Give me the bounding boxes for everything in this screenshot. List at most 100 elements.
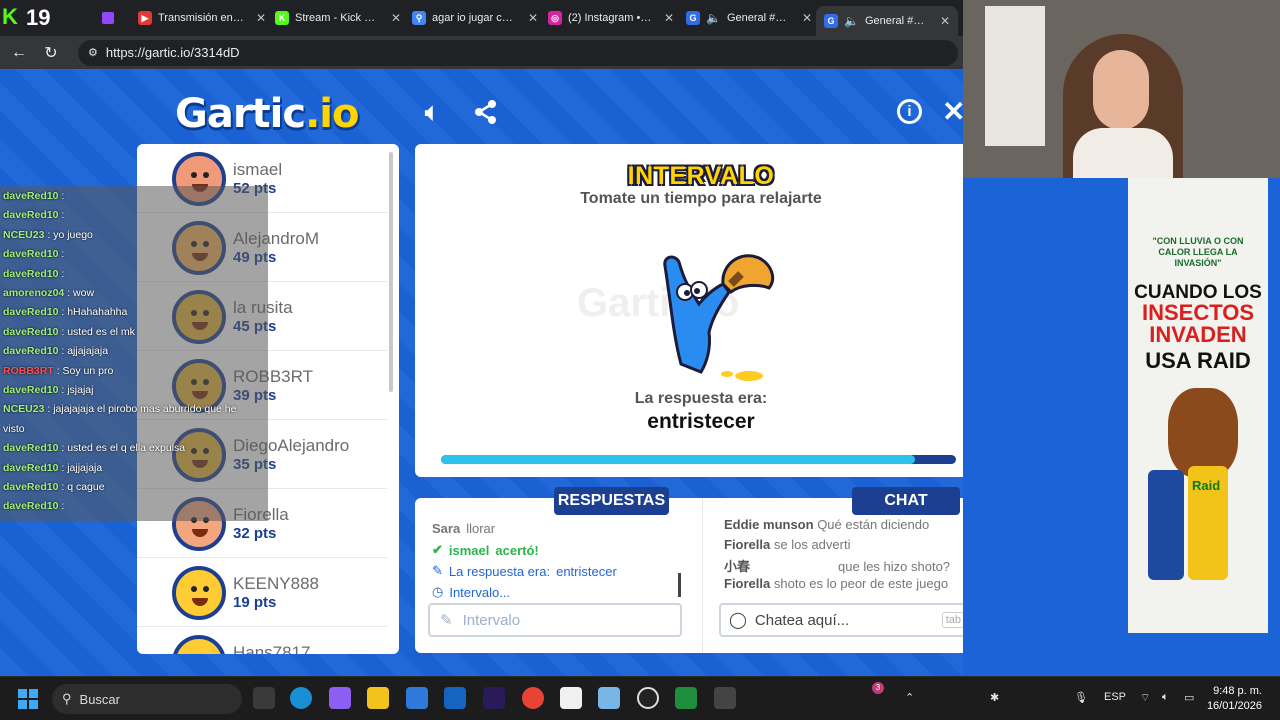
raid-can-left (1148, 470, 1184, 580)
youtube-icon: ▶ (138, 11, 152, 25)
tab-title: agar io jugar con a (432, 12, 518, 24)
stream-chat-line: daveRed10 : ajjajajaja (3, 345, 108, 357)
volume-icon[interactable]: 🔈︎ (1162, 691, 1169, 704)
stream-chat-text: : usted es el mk (61, 325, 135, 338)
webcam-feed (963, 0, 1280, 178)
outlook-icon[interactable] (444, 687, 466, 709)
player-list-scrollbar[interactable] (389, 152, 393, 392)
back-icon[interactable]: ← (6, 44, 32, 62)
url-text: https://gartic.io/3314dD (105, 45, 240, 60)
streamer-face (1093, 50, 1149, 130)
reload-icon[interactable]: ↻ (38, 43, 64, 63)
stream-chat-text: : (61, 248, 65, 261)
capcut-icon[interactable] (560, 687, 582, 709)
tab-agar-search[interactable]: ⚲ agar io jugar con a ✕ (412, 6, 538, 30)
wall-drawing (985, 6, 1045, 146)
info-icon[interactable]: i (897, 99, 922, 124)
stream-chat-text: : wow (67, 287, 95, 299)
player-row[interactable]: KEENY888 19 pts (137, 558, 387, 627)
answer-line-interval: ◷ Intervalo... (432, 584, 510, 600)
url-field[interactable]: ⚙ https://gartic.io/3314dD (78, 39, 958, 66)
sheets-icon[interactable] (675, 687, 697, 709)
chevron-up-icon[interactable]: ⌃ (905, 691, 914, 704)
twitch-tab-icon[interactable] (102, 12, 114, 24)
battery-icon[interactable]: ▭ (1184, 691, 1194, 704)
stream-chat-text: : jajajajaja el pirobo mas aburrido que … (47, 403, 237, 416)
tab-chat[interactable]: CHAT (852, 487, 960, 515)
system-clock[interactable]: 9:48 p. m. 16/01/2026 (1207, 684, 1262, 714)
answer-input[interactable]: ✎ Intervalo (428, 603, 682, 637)
tab-transmision[interactable]: ▶ Transmisión en vivo ✕ (138, 6, 266, 30)
answer-input-placeholder: Intervalo (462, 611, 521, 629)
close-tab-icon[interactable]: ✕ (802, 11, 812, 25)
stream-chat-user: daveRed10 (3, 384, 59, 396)
ad-headline-end: USA RAID (1145, 348, 1251, 373)
gartic-logo: Gartic.io (175, 91, 359, 137)
instagram-icon: ◎ (548, 11, 562, 25)
close-tab-icon[interactable]: ✕ (528, 11, 538, 25)
close-game-icon[interactable]: ✕ (942, 95, 963, 128)
chat-input[interactable]: ◯ Chatea aquí... tab (719, 603, 963, 637)
round-timer-fill (441, 455, 915, 464)
chat-text: que les hizo shoto? (838, 559, 951, 574)
tab-respuestas[interactable]: RESPUESTAS (554, 487, 669, 515)
bluetooth-icon[interactable]: ✱ (990, 691, 999, 704)
obs-icon[interactable] (637, 687, 659, 709)
store-icon[interactable] (406, 687, 428, 709)
tab-title: Stream - Kick Dash (295, 12, 381, 24)
file-explorer-icon[interactable] (367, 687, 389, 709)
microphone-icon[interactable]: 🎙︎ (1074, 691, 1088, 704)
kick-icon: K (275, 11, 289, 25)
notepad-icon[interactable] (598, 687, 620, 709)
stream-chat-line: daveRed10 : (3, 500, 64, 512)
tab-instagram[interactable]: ◎ (2) Instagram • Me ✕ (548, 6, 674, 30)
interval-panel: INTERVALO Tomate un tiempo para relajart… (415, 144, 963, 477)
close-tab-icon[interactable]: ✕ (391, 11, 401, 25)
raid-advertisement[interactable]: "CON LLUVIA O CON CALOR LLEGA LA INVASIÓ… (1128, 178, 1268, 633)
player-points: 32 pts (233, 525, 277, 542)
logo-suffix: .io (305, 91, 359, 137)
chrome-icon[interactable] (522, 687, 544, 709)
notification-badge: 3 (872, 682, 884, 694)
close-tab-icon[interactable]: ✕ (940, 14, 950, 28)
stream-chat-text: : (61, 190, 65, 202)
stream-chat-user: daveRed10 (3, 461, 59, 474)
stream-chat-line: daveRed10 : hHahahahha (3, 306, 127, 318)
search-icon: ◯ (729, 612, 747, 629)
interval-status: Intervalo... (449, 584, 511, 600)
stream-chat-line: daveRed10 : (3, 209, 64, 221)
stream-chat-line: daveRed10 : jsjajaj (3, 384, 93, 396)
avatar-feature (192, 529, 208, 537)
premiere-icon[interactable] (483, 687, 505, 709)
wifi-icon[interactable]: ⌔ (1140, 691, 1150, 705)
close-tab-icon[interactable]: ✕ (256, 11, 266, 25)
stream-chat-text: : (61, 209, 65, 222)
stream-chat-user: daveRed10 (3, 481, 59, 493)
tab-gartic-1[interactable]: G 🔈 General #4dD ✕ (686, 6, 812, 30)
clock-date: 16/01/2026 (1206, 700, 1262, 712)
language-indicator[interactable]: ESP (1104, 691, 1126, 703)
task-view-icon[interactable] (253, 687, 275, 709)
sound-icon[interactable]: 🔈︎ (425, 99, 439, 127)
chat-line: Eddie munson Qué están diciendo (724, 517, 929, 532)
tab-kick[interactable]: K Stream - Kick Dash ✕ (275, 6, 401, 30)
copilot-icon[interactable] (329, 687, 351, 709)
chat-text: Qué están diciendo (817, 517, 930, 532)
taskbar-search[interactable]: ⚲ Buscar (52, 684, 242, 714)
tab-title: Transmisión en vivo (158, 12, 246, 24)
app-icon[interactable] (714, 687, 736, 709)
site-info-icon[interactable]: ⚙ (88, 46, 98, 59)
windows-start-icon[interactable] (18, 689, 38, 709)
close-tab-icon[interactable]: ✕ (664, 11, 674, 25)
clock-icon: ◷ (432, 584, 444, 599)
stream-chat-line: daveRed10 : (3, 268, 64, 280)
answers-scrollbar[interactable] (678, 573, 681, 597)
chat-user: Fiorella (724, 576, 771, 591)
player-name: Hans7817 (233, 643, 311, 654)
edge-icon[interactable] (290, 687, 312, 709)
share-icon[interactable] (474, 99, 498, 132)
ad-quote: "CON LLUVIA O CON CALOR LLEGA LA INVASIÓ… (1152, 236, 1244, 268)
player-row[interactable]: Hans7817 (137, 627, 387, 654)
tab-gartic-active[interactable]: G 🔈 General #4dD ✕ (816, 6, 958, 36)
stream-chat-user: daveRed10 (3, 442, 59, 455)
